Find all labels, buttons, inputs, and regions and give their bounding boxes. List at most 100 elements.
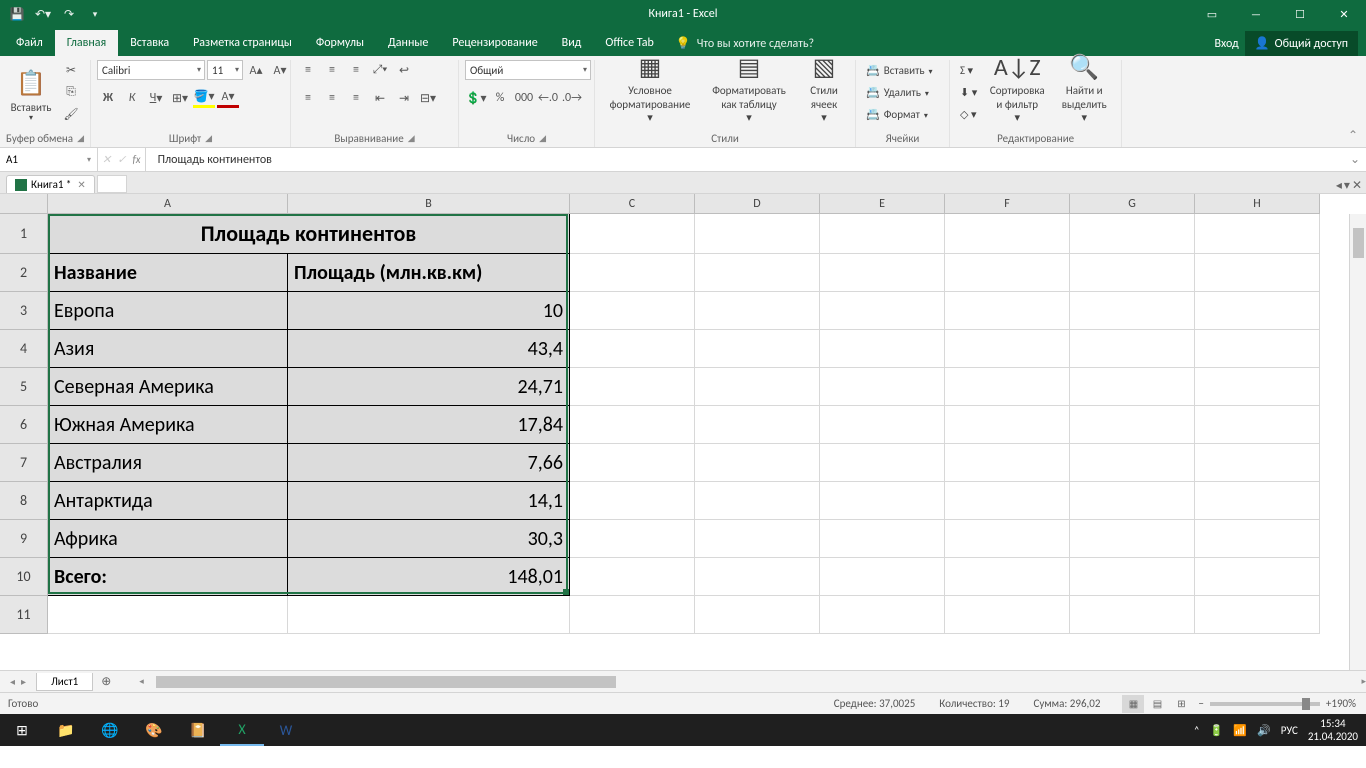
cell[interactable] [1070, 444, 1195, 482]
cell[interactable] [820, 254, 945, 292]
align-right-icon[interactable]: ≡ [345, 88, 367, 108]
cell[interactable]: Азия [48, 330, 288, 368]
decrease-decimal-icon[interactable]: .0→ [561, 88, 583, 108]
cell[interactable] [570, 330, 695, 368]
minimize-icon[interactable]: — [1234, 0, 1278, 28]
underline-icon[interactable]: Ч▾ [145, 88, 167, 108]
cell[interactable] [1070, 214, 1195, 254]
orientation-icon[interactable]: ⤢▾ [369, 60, 391, 80]
tab-data[interactable]: Данные [376, 30, 440, 56]
row-header[interactable]: 9 [0, 520, 48, 558]
cell[interactable] [820, 482, 945, 520]
cell[interactable] [695, 214, 820, 254]
cell[interactable] [945, 482, 1070, 520]
tray-chevron-icon[interactable]: ˄ [1194, 724, 1200, 737]
row-header[interactable]: 11 [0, 596, 48, 634]
cell[interactable] [695, 520, 820, 558]
cell[interactable] [1195, 330, 1320, 368]
tray-volume-icon[interactable]: 🔊 [1257, 724, 1271, 737]
tell-me-search[interactable]: 💡Что вы хотите сделать? [666, 31, 824, 56]
cancel-formula-icon[interactable]: ✕ [102, 153, 111, 166]
tabstrip-left-icon[interactable]: ◂ [1336, 178, 1342, 193]
align-center-icon[interactable]: ≡ [321, 88, 343, 108]
cell[interactable]: Площадь континентов [48, 214, 570, 254]
cell-styles-button[interactable]: ▧Стили ячеек▾ [799, 60, 849, 126]
cell[interactable] [48, 596, 288, 634]
cell[interactable] [570, 444, 695, 482]
cell[interactable]: 14,1 [288, 482, 570, 520]
cells-area[interactable]: Площадь континентовНазваниеПлощадь (млн.… [48, 214, 1366, 670]
cell[interactable] [695, 254, 820, 292]
cell[interactable] [695, 368, 820, 406]
row-header[interactable]: 7 [0, 444, 48, 482]
vertical-scrollbar[interactable] [1349, 214, 1366, 670]
new-sheet-icon[interactable]: ⊕ [93, 674, 119, 689]
row-header[interactable]: 1 [0, 214, 48, 254]
cell[interactable] [1070, 596, 1195, 634]
row-header[interactable]: 8 [0, 482, 48, 520]
cell[interactable]: 30,3 [288, 520, 570, 558]
formula-input[interactable]: Площадь континентов ⌄ [146, 148, 1366, 171]
cell[interactable] [1195, 292, 1320, 330]
row-header[interactable]: 5 [0, 368, 48, 406]
tabstrip-menu-icon[interactable]: ▾ [1344, 178, 1350, 193]
clipboard-launcher-icon[interactable]: ◢ [77, 133, 84, 144]
number-format-combo[interactable]: Общий [465, 60, 591, 80]
new-workbook-tab[interactable] [97, 175, 127, 193]
sheet-nav-next-icon[interactable]: ▸ [21, 675, 26, 688]
cell[interactable] [945, 520, 1070, 558]
align-bottom-icon[interactable]: ≡ [345, 60, 367, 80]
row-header[interactable]: 4 [0, 330, 48, 368]
zoom-percent[interactable]: 190% [1331, 697, 1366, 710]
sheet-tab[interactable]: Лист1 [36, 673, 93, 691]
align-top-icon[interactable]: ≡ [297, 60, 319, 80]
cell[interactable]: 10 [288, 292, 570, 330]
cell[interactable]: 43,4 [288, 330, 570, 368]
cell[interactable] [820, 596, 945, 634]
cell[interactable]: Название [48, 254, 288, 292]
fx-icon[interactable]: fx [132, 153, 140, 166]
cell[interactable] [1195, 444, 1320, 482]
align-left-icon[interactable]: ≡ [297, 88, 319, 108]
number-launcher-icon[interactable]: ◢ [539, 133, 546, 144]
italic-icon[interactable]: К [121, 88, 143, 108]
cell[interactable] [570, 214, 695, 254]
accounting-icon[interactable]: 💲▾ [465, 88, 487, 108]
cell[interactable] [695, 558, 820, 596]
zoom-slider[interactable] [1210, 702, 1320, 706]
border-icon[interactable]: ⊞▾ [169, 88, 191, 108]
cell[interactable] [570, 596, 695, 634]
cut-icon[interactable]: ✂ [60, 60, 82, 80]
copy-icon[interactable]: ⎘ [60, 82, 82, 102]
tab-home[interactable]: Главная [55, 30, 118, 56]
cell[interactable] [695, 292, 820, 330]
sign-in-link[interactable]: Вход [1214, 37, 1238, 51]
cell[interactable] [820, 214, 945, 254]
percent-icon[interactable]: % [489, 88, 511, 108]
cell[interactable] [695, 596, 820, 634]
cell[interactable] [1070, 558, 1195, 596]
cell[interactable]: Австралия [48, 444, 288, 482]
cell[interactable]: Площадь (млн.кв.км) [288, 254, 570, 292]
cell[interactable] [1070, 368, 1195, 406]
find-select-button[interactable]: 🔍Найти и выделить▾ [1053, 60, 1115, 126]
bold-icon[interactable]: Ж [97, 88, 119, 108]
select-all-corner[interactable] [0, 194, 48, 214]
save-icon[interactable]: 💾 [6, 3, 28, 25]
workbook-tab[interactable]: Книга1 * ✕ [6, 175, 95, 193]
enter-formula-icon[interactable]: ✓ [117, 153, 126, 166]
fill-button[interactable]: ⬇ ▾ [956, 82, 981, 102]
cell[interactable] [820, 330, 945, 368]
cell[interactable] [945, 406, 1070, 444]
cell[interactable] [945, 444, 1070, 482]
conditional-formatting-button[interactable]: ▦Условное форматирование▾ [601, 60, 699, 126]
decrease-indent-icon[interactable]: ⇤ [369, 88, 391, 108]
maximize-icon[interactable]: ☐ [1278, 0, 1322, 28]
row-header[interactable]: 6 [0, 406, 48, 444]
redo-icon[interactable]: ↷ [58, 3, 80, 25]
sort-filter-button[interactable]: A↓ZСортировка и фильтр▾ [985, 60, 1049, 126]
font-color-icon[interactable]: A▾ [217, 88, 239, 108]
page-layout-view-icon[interactable]: ▤ [1146, 695, 1168, 713]
cell[interactable] [1195, 482, 1320, 520]
row-header[interactable]: 3 [0, 292, 48, 330]
